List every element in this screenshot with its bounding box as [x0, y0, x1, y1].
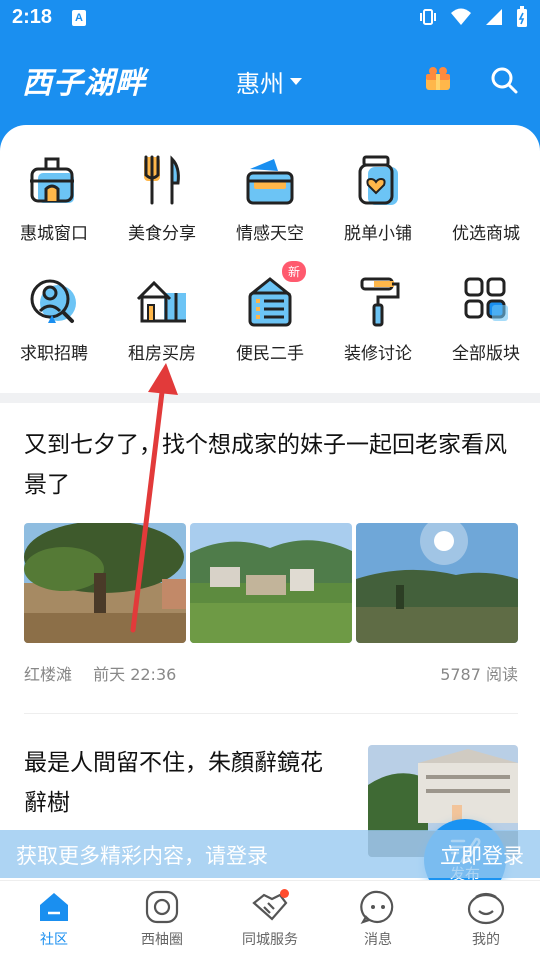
- category-label: 情感天空: [236, 224, 304, 244]
- search-icon[interactable]: [490, 66, 518, 94]
- post-title[interactable]: 最是人間留不住，朱顏辭鏡花辭樹: [24, 743, 334, 823]
- category-label: 优选商城: [452, 224, 520, 244]
- battery-icon: [517, 6, 527, 27]
- category-all-boards[interactable]: 全部版块: [432, 271, 540, 391]
- profile-icon: [467, 892, 505, 925]
- post-card[interactable]: 又到七夕了，找个想成家的妹子一起回老家看风景了 红楼滩 前天 22:36 578…: [24, 425, 518, 685]
- category-renovation[interactable]: 装修讨论: [324, 271, 432, 391]
- message-icon: [360, 890, 394, 924]
- category-label: 惠城窗口: [20, 224, 88, 244]
- job-search-icon: [30, 279, 76, 323]
- category-row: 惠城窗口 美食分享 情感天空 脱单小铺 优选商城: [0, 151, 540, 271]
- gift-box-icon[interactable]: [424, 66, 452, 92]
- tab-label: 消息: [364, 932, 392, 948]
- tab-label: 社区: [40, 932, 68, 948]
- signal-icon: [486, 9, 502, 25]
- notification-dot: [280, 889, 289, 898]
- fork-knife-icon: [144, 155, 180, 205]
- window-house-icon: [30, 157, 74, 203]
- city-selector[interactable]: 惠州: [236, 64, 302, 99]
- tab-local-services[interactable]: 同城服务: [216, 881, 324, 960]
- login-banner: 获取更多精彩内容，请登录 立即登录: [0, 830, 540, 878]
- heart-box-icon: [246, 159, 294, 205]
- category-label: 全部版块: [452, 344, 520, 364]
- post-image[interactable]: [356, 523, 518, 643]
- tab-label: 同城服务: [242, 932, 298, 948]
- status-bar: 2:18 A: [0, 0, 540, 36]
- category-job-recruit[interactable]: 求职招聘: [0, 271, 108, 391]
- app-logo: 西子湖畔: [22, 66, 146, 101]
- status-icons: [418, 6, 528, 28]
- post-image[interactable]: [190, 523, 352, 643]
- post-card[interactable]: 最是人間留不住，朱顏辭鏡花辭樹: [24, 743, 518, 857]
- category-food-share[interactable]: 美食分享: [108, 151, 216, 271]
- post-divider: [24, 713, 518, 714]
- city-label: 惠州: [236, 70, 284, 98]
- paint-roller-icon: [360, 277, 400, 327]
- category-emotion-sky[interactable]: 情感天空: [216, 151, 324, 271]
- category-label: 求职招聘: [20, 344, 88, 364]
- category-label: 脱单小铺: [344, 224, 412, 244]
- category-label: 租房买房: [128, 344, 196, 364]
- new-badge: 新: [282, 261, 307, 282]
- tab-messages[interactable]: 消息: [324, 881, 432, 960]
- tab-label: 西柚圈: [141, 932, 183, 948]
- category-label: 装修讨论: [344, 344, 412, 364]
- bottom-tab-bar: 社区 西柚圈 同城服务 消息 我的: [0, 880, 540, 960]
- tab-profile[interactable]: 我的: [432, 881, 540, 960]
- section-divider: [0, 393, 540, 403]
- post-image[interactable]: [24, 523, 186, 643]
- post-reads: 5787 阅读: [440, 665, 518, 684]
- category-label: 美食分享: [128, 224, 196, 244]
- main-content: 惠城窗口 美食分享 情感天空 脱单小铺 优选商城 求职招聘 租房买房 新 便民二…: [0, 125, 540, 880]
- community-icon: [40, 893, 68, 921]
- house-icon: [136, 280, 186, 323]
- category-selected-mall[interactable]: 优选商城: [432, 151, 540, 271]
- shopping-bag-icon: [456, 151, 516, 211]
- login-now-button[interactable]: 立即登录: [440, 840, 524, 870]
- category-huicheng-window[interactable]: 惠城窗口: [0, 151, 108, 271]
- tab-label: 我的: [472, 932, 500, 948]
- app-header: 西子湖畔 惠州: [0, 44, 540, 116]
- circle-icon: [145, 890, 179, 924]
- notification-a-icon: A: [72, 10, 86, 26]
- chevron-down-icon: [290, 78, 302, 85]
- category-row: 求职招聘 租房买房 新 便民二手 装修讨论 全部版块: [0, 261, 540, 391]
- post-author[interactable]: 红楼滩: [24, 665, 72, 684]
- category-label: 便民二手: [236, 344, 304, 364]
- tab-community[interactable]: 社区: [0, 881, 108, 960]
- heart-jar-icon: [358, 155, 398, 205]
- vibrate-icon: [420, 9, 436, 25]
- post-images: [24, 523, 518, 643]
- post-time: 前天 22:36: [93, 665, 177, 684]
- grid-icon: [464, 277, 508, 321]
- wifi-icon: [451, 8, 471, 25]
- post-meta: 红楼滩 前天 22:36 5787 阅读: [24, 661, 518, 685]
- category-singles-shop[interactable]: 脱单小铺: [324, 151, 432, 271]
- category-grid: 惠城窗口 美食分享 情感天空 脱单小铺 优选商城 求职招聘 租房买房 新 便民二…: [0, 151, 540, 391]
- category-convenience-secondhand[interactable]: 新 便民二手: [216, 261, 324, 391]
- tab-grapefruit-circle[interactable]: 西柚圈: [108, 881, 216, 960]
- status-time: 2:18: [12, 6, 53, 28]
- login-prompt-text: 获取更多精彩内容，请登录: [16, 844, 268, 868]
- post-title[interactable]: 又到七夕了，找个想成家的妹子一起回老家看风景了: [24, 425, 518, 505]
- category-rent-buy-house[interactable]: 租房买房: [108, 271, 216, 391]
